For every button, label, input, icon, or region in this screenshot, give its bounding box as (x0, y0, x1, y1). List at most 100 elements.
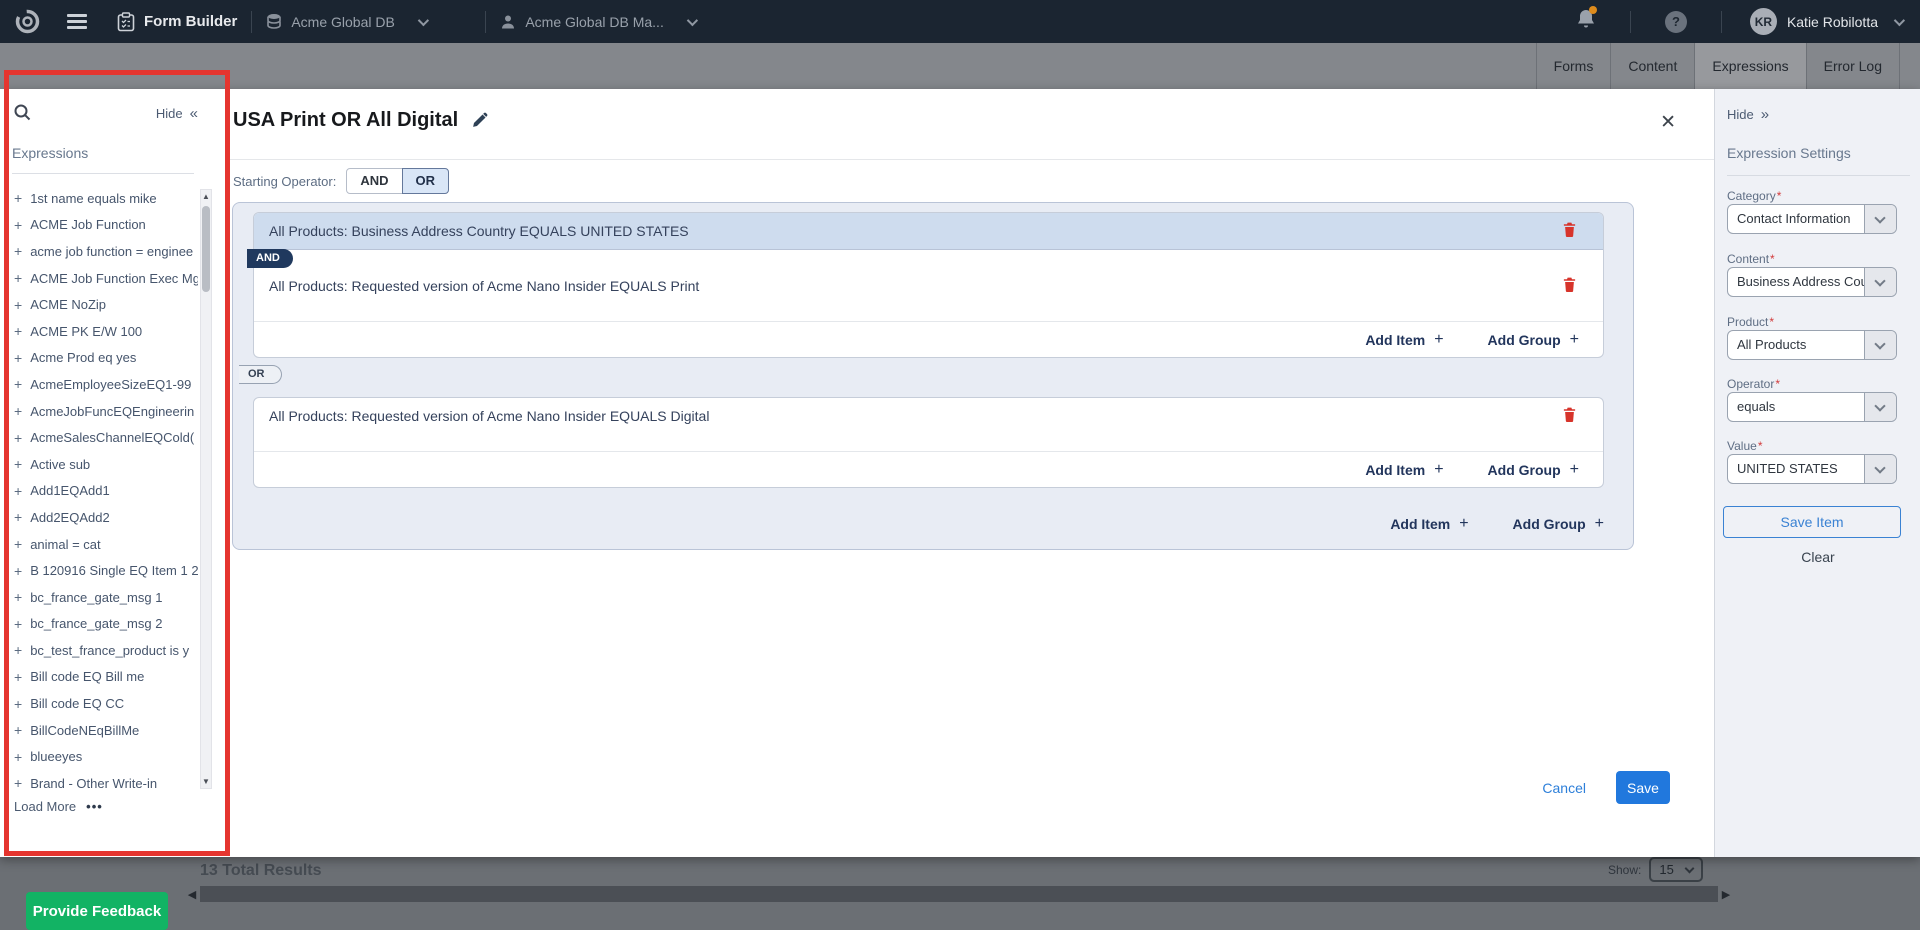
plus-icon: + (14, 696, 22, 712)
expression-list-item[interactable]: +acme job function = enginee (0, 238, 198, 265)
tab-group: Forms Content Expressions Error Log (1536, 43, 1900, 89)
horizontal-scrollbar-thumb[interactable] (200, 886, 1718, 902)
cancel-button[interactable]: Cancel (1542, 780, 1586, 796)
expression-list-item[interactable]: +bc_test_france_product is y (0, 637, 198, 664)
save-button[interactable]: Save (1616, 771, 1670, 804)
tab-content[interactable]: Content (1610, 43, 1694, 89)
tab-expressions[interactable]: Expressions (1694, 43, 1805, 89)
expression-list-item[interactable]: +AcmeEmployeeSizeEQ1-99 (0, 371, 198, 398)
sidebar-scrollbar-thumb[interactable] (202, 206, 210, 292)
edit-pencil-icon[interactable] (471, 112, 488, 129)
chevron-down-icon (418, 14, 429, 25)
expression-list-item[interactable]: +Bill code EQ CC (0, 690, 198, 717)
delete-item-button[interactable] (1560, 404, 1579, 428)
expression-item-row[interactable]: All Products: Business Address Country E… (254, 213, 1603, 250)
settings-hide-button[interactable]: Hide » (1727, 106, 1769, 123)
add-item-button[interactable]: Add Item + (1365, 331, 1443, 349)
expression-title: USA Print OR All Digital (233, 109, 458, 132)
plus-icon: + (1434, 331, 1443, 349)
starting-operator-and-button[interactable]: AND (346, 168, 402, 194)
horizontal-scrollbar[interactable]: ◀ ▶ (184, 885, 1746, 903)
divider (485, 11, 486, 33)
help-button[interactable]: ? (1665, 11, 1687, 33)
tab-error-log[interactable]: Error Log (1806, 43, 1900, 89)
database-selector[interactable]: Acme Global DB (266, 13, 471, 31)
expression-list-item[interactable]: +B 120916 Single EQ Item 1 2 (0, 557, 198, 584)
value-label: Value (1727, 439, 1762, 453)
map-selector[interactable]: Acme Global DB Ma... (500, 14, 705, 30)
expression-list-item[interactable]: +Brand - Other Write-in (0, 770, 198, 797)
category-select[interactable]: Contact Information (1727, 204, 1897, 234)
expression-list-item[interactable]: +ACME Job Function (0, 212, 198, 239)
expression-list-item[interactable]: +AcmeJobFuncEQEngineerin (0, 398, 198, 425)
avatar: KR (1750, 8, 1777, 35)
expression-list-item[interactable]: +BillCodeNEqBillMe (0, 717, 198, 744)
user-menu[interactable]: KR Katie Robilotta (1750, 8, 1902, 35)
product-select[interactable]: All Products (1727, 330, 1897, 360)
content-select[interactable]: Business Address Cou... (1727, 267, 1897, 297)
map-selector-value: Acme Global DB Ma... (525, 14, 664, 30)
plus-icon: + (14, 297, 22, 313)
expression-list-item[interactable]: +animal = cat (0, 531, 198, 558)
expression-item-row[interactable]: All Products: Requested version of Acme … (254, 398, 1603, 434)
expression-list-item[interactable]: +AcmeSalesChannelEQCold( (0, 424, 198, 451)
user-name: Katie Robilotta (1787, 14, 1878, 30)
chevron-down-icon (1864, 393, 1896, 421)
expression-list-item[interactable]: +Acme Prod eq yes (0, 345, 198, 372)
search-icon[interactable] (13, 103, 32, 122)
plus-icon: + (14, 217, 22, 233)
sidebar-scrollbar[interactable]: ▲ ▼ (200, 189, 212, 789)
plus-icon: + (1595, 515, 1604, 533)
chevron-down-icon (1894, 14, 1905, 25)
save-item-button[interactable]: Save Item (1723, 506, 1901, 538)
value-select[interactable]: UNITED STATES (1727, 454, 1897, 484)
hide-label: Hide (156, 106, 183, 121)
load-more-button[interactable]: Load More ••• (14, 799, 103, 814)
tab-forms[interactable]: Forms (1536, 43, 1611, 89)
form-builder-icon (117, 12, 135, 32)
total-results-text: 13 Total Results (200, 862, 322, 880)
provide-feedback-button[interactable]: Provide Feedback (26, 892, 168, 930)
add-group-button[interactable]: Add Group + (1488, 461, 1579, 479)
top-navbar: Form Builder Acme Global DB Acme Global … (0, 0, 1920, 43)
scroll-right-icon[interactable]: ▶ (1718, 888, 1734, 901)
app-logo-icon[interactable] (14, 8, 41, 35)
plus-icon: + (14, 456, 22, 472)
notifications-button[interactable] (1576, 8, 1596, 35)
expression-list-item[interactable]: +ACME NoZip (0, 291, 198, 318)
trash-icon (1562, 221, 1577, 238)
add-item-button[interactable]: Add Item + (1390, 515, 1468, 533)
expression-list-item[interactable]: +Add1EQAdd1 (0, 478, 198, 505)
expression-settings-panel: Hide » Expression Settings Category Cont… (1714, 89, 1920, 857)
starting-operator-or-button[interactable]: OR (402, 168, 450, 194)
expression-list-item[interactable]: +ACME PK E/W 100 (0, 318, 198, 345)
expression-list-item[interactable]: +blueeyes (0, 743, 198, 770)
add-item-button[interactable]: Add Item + (1365, 461, 1443, 479)
add-group-button[interactable]: Add Group + (1488, 331, 1579, 349)
plus-icon: + (14, 483, 22, 499)
expression-list-item[interactable]: +bc_france_gate_msg 2 (0, 611, 198, 638)
expression-list-item[interactable]: +Add2EQAdd2 (0, 504, 198, 531)
expression-item-row[interactable]: All Products: Requested version of Acme … (254, 268, 1603, 304)
show-per-page-select[interactable]: 15 (1649, 857, 1703, 882)
plus-icon: + (14, 669, 22, 685)
delete-item-button[interactable] (1560, 274, 1579, 298)
sidebar-heading: Expressions (12, 145, 88, 161)
clear-button[interactable]: Clear (1715, 549, 1920, 565)
scroll-up-icon[interactable]: ▲ (201, 192, 211, 201)
expression-list-item[interactable]: +1st name equals mike (0, 185, 198, 212)
expression-list-item[interactable]: +bc_france_gate_msg 1 (0, 584, 198, 611)
hamburger-menu-icon[interactable] (67, 11, 87, 33)
starting-operator-label: Starting Operator: (233, 174, 336, 189)
delete-item-button[interactable] (1560, 219, 1579, 243)
expression-list-item[interactable]: +ACME Job Function Exec Mg (0, 265, 198, 292)
avatar-initials: KR (1755, 15, 1772, 29)
scroll-left-icon[interactable]: ◀ (184, 888, 200, 901)
close-icon[interactable]: ✕ (1660, 111, 1676, 134)
sidebar-hide-button[interactable]: Hide « (156, 105, 198, 122)
add-group-button[interactable]: Add Group + (1513, 515, 1604, 533)
operator-select[interactable]: equals (1727, 392, 1897, 422)
scroll-down-icon[interactable]: ▼ (201, 777, 211, 786)
expression-list-item[interactable]: +Bill code EQ Bill me (0, 664, 198, 691)
expression-list-item[interactable]: +Active sub (0, 451, 198, 478)
